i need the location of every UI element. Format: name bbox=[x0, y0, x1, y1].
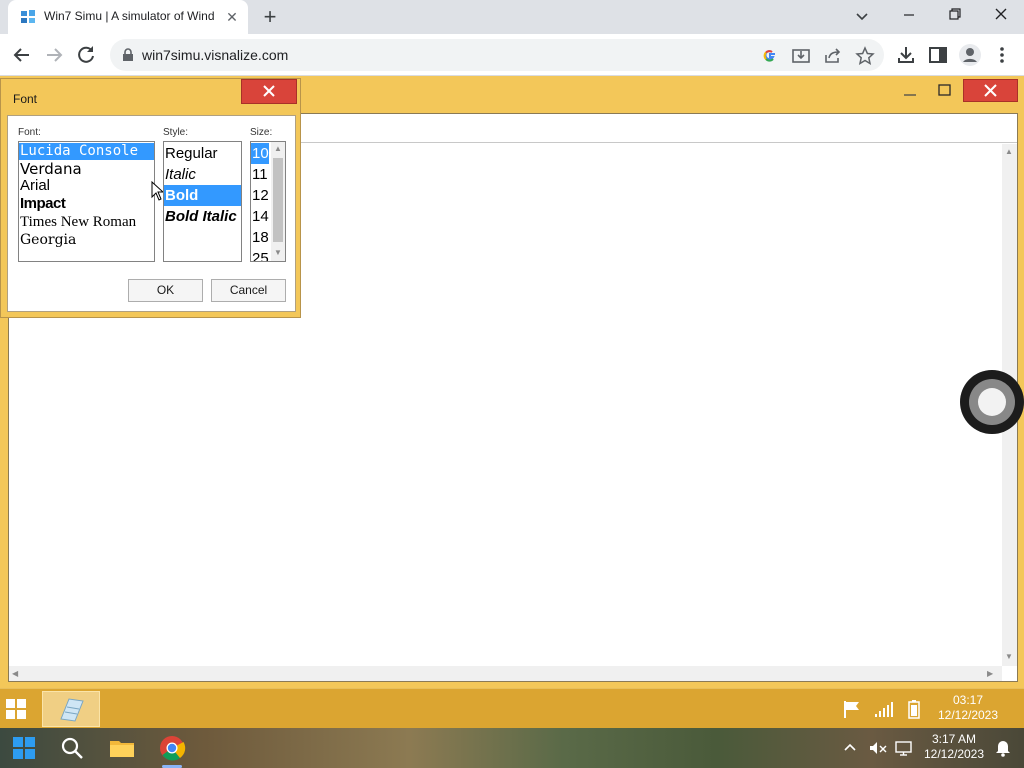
scroll-thumb[interactable] bbox=[273, 158, 283, 242]
style-list[interactable]: Regular Italic Bold Bold Italic bbox=[163, 141, 242, 262]
lock-icon[interactable] bbox=[122, 48, 134, 62]
windows-start-icon[interactable] bbox=[10, 734, 38, 762]
back-icon[interactable] bbox=[9, 42, 35, 68]
size-list-scrollbar[interactable]: ▲ ▼ bbox=[271, 142, 285, 261]
font-option-arial[interactable]: Arial bbox=[19, 178, 154, 194]
font-dialog-body: Font: Style: Size: Lucida Console Verdan… bbox=[7, 115, 296, 312]
notepad-app-icon bbox=[60, 698, 84, 722]
browser-tab-active[interactable]: Win7 Simu | A simulator of Wind ✕ bbox=[8, 0, 248, 34]
font-list[interactable]: Lucida Console Verdana Arial Impact Time… bbox=[18, 141, 155, 262]
app-minimize-button[interactable] bbox=[893, 80, 927, 102]
host-taskbar: 3:17 AM 12/12/2023 bbox=[0, 728, 1024, 768]
font-option-georgia[interactable]: Georgia bbox=[19, 231, 154, 250]
mouse-cursor-icon bbox=[151, 181, 163, 201]
windows-start-icon[interactable] bbox=[6, 699, 26, 719]
scroll-up-arrow[interactable]: ▲ bbox=[274, 144, 282, 153]
chrome-icon[interactable] bbox=[158, 734, 186, 762]
browser-toolbar: win7simu.visnalize.com bbox=[0, 34, 1024, 76]
new-tab-button[interactable]: + bbox=[258, 4, 282, 30]
font-option-lucida-console[interactable]: Lucida Console bbox=[19, 143, 154, 160]
close-icon bbox=[995, 8, 1007, 20]
profile-icon[interactable] bbox=[957, 42, 983, 68]
menu-icon[interactable] bbox=[989, 42, 1015, 68]
minimize-icon bbox=[904, 14, 914, 16]
size-list[interactable]: 10 11 12 14 18 25 ▲ ▼ bbox=[250, 141, 286, 262]
install-icon[interactable] bbox=[791, 46, 811, 66]
style-label: Style: bbox=[163, 127, 189, 138]
host-date: 12/12/2023 bbox=[923, 747, 985, 761]
reload-icon[interactable] bbox=[73, 42, 99, 68]
signal-icon[interactable] bbox=[874, 699, 894, 719]
font-dialog-close-button[interactable] bbox=[241, 79, 297, 104]
side-panel-icon[interactable] bbox=[925, 42, 951, 68]
style-option-regular[interactable]: Regular bbox=[164, 143, 241, 164]
share-icon[interactable] bbox=[823, 46, 843, 66]
address-url: win7simu.visnalize.com bbox=[142, 47, 289, 63]
simulated-date: 12/12/2023 bbox=[937, 708, 999, 722]
folder-icon[interactable] bbox=[108, 734, 136, 762]
simulated-time: 03:17 bbox=[952, 693, 984, 707]
browser-tab-title: Win7 Simu | A simulator of Wind bbox=[44, 9, 215, 23]
font-label: Font: bbox=[18, 127, 41, 138]
scroll-right-arrow[interactable]: ▶ bbox=[987, 669, 993, 678]
restore-icon bbox=[949, 8, 961, 20]
ok-button[interactable]: OK bbox=[128, 279, 203, 302]
host-clock[interactable]: 3:17 AM 12/12/2023 bbox=[922, 732, 986, 762]
font-option-verdana[interactable]: Verdana bbox=[19, 160, 154, 178]
notepad-taskbar-button[interactable] bbox=[42, 691, 100, 727]
style-option-italic[interactable]: Italic bbox=[164, 164, 241, 185]
scroll-down-arrow[interactable]: ▼ bbox=[274, 248, 282, 257]
search-icon[interactable] bbox=[58, 734, 86, 762]
network-icon[interactable] bbox=[894, 738, 914, 758]
battery-icon[interactable] bbox=[904, 699, 924, 719]
close-icon bbox=[984, 84, 997, 97]
close-icon bbox=[263, 85, 275, 97]
scroll-down-arrow[interactable]: ▼ bbox=[1005, 652, 1013, 661]
download-icon[interactable] bbox=[893, 42, 919, 68]
close-tab-icon[interactable]: ✕ bbox=[224, 9, 240, 26]
chevron-down-icon[interactable] bbox=[852, 8, 872, 26]
host-time: 3:17 AM bbox=[931, 732, 977, 746]
size-option-10[interactable]: 10 bbox=[251, 143, 269, 164]
browser-close-button[interactable] bbox=[978, 4, 1024, 30]
style-option-bold-italic[interactable]: Bold Italic bbox=[164, 206, 241, 227]
browser-tabstrip: Win7 Simu | A simulator of Wind ✕ + bbox=[0, 0, 1024, 34]
recorder-overlay-button[interactable] bbox=[960, 370, 1024, 434]
browser-restore-button[interactable] bbox=[932, 4, 978, 30]
chevron-up-icon[interactable] bbox=[840, 738, 860, 758]
forward-icon[interactable] bbox=[41, 42, 67, 68]
font-option-impact[interactable]: Impact bbox=[19, 194, 154, 214]
star-icon[interactable] bbox=[855, 46, 875, 66]
font-dialog-title: Font bbox=[13, 92, 38, 106]
size-label: Size: bbox=[250, 127, 273, 138]
simulated-clock[interactable]: 03:17 12/12/2023 bbox=[930, 693, 1006, 723]
app-maximize-button[interactable] bbox=[930, 80, 960, 102]
google-icon[interactable] bbox=[760, 46, 780, 66]
recorder-center bbox=[978, 388, 1006, 416]
browser-minimize-button[interactable] bbox=[886, 4, 932, 30]
simulated-taskbar: 03:17 12/12/2023 bbox=[0, 688, 1024, 728]
notification-icon[interactable] bbox=[993, 738, 1013, 758]
flag-icon[interactable] bbox=[842, 699, 862, 719]
win7simu-favicon-icon bbox=[21, 10, 35, 23]
horizontal-scrollbar[interactable]: ◀ ▶ bbox=[9, 666, 1002, 681]
cancel-button[interactable]: Cancel bbox=[211, 279, 286, 302]
address-bar[interactable]: win7simu.visnalize.com bbox=[110, 39, 884, 71]
speaker-muted-icon[interactable] bbox=[868, 738, 888, 758]
style-option-bold[interactable]: Bold bbox=[164, 185, 241, 206]
app-close-button[interactable] bbox=[963, 79, 1018, 102]
scroll-up-arrow[interactable]: ▲ bbox=[1005, 147, 1013, 156]
font-option-times-new-roman[interactable]: Times New Roman bbox=[19, 214, 154, 231]
scroll-left-arrow[interactable]: ◀ bbox=[12, 669, 18, 678]
